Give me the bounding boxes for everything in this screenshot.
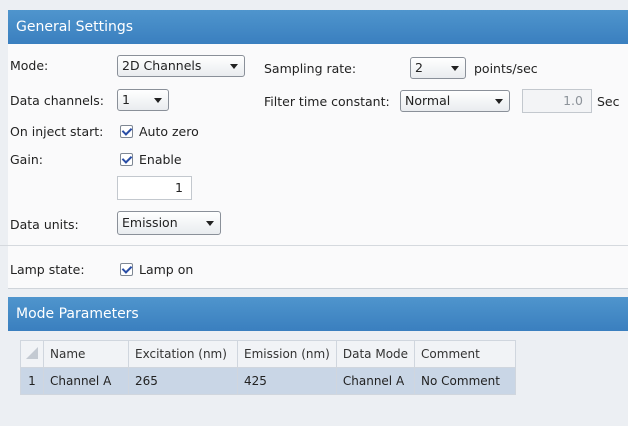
general-settings-header: General Settings xyxy=(8,10,628,44)
filter-time-number: 1.0 xyxy=(563,93,583,108)
data-channels-select[interactable]: 1 xyxy=(117,89,169,111)
cell-data-mode[interactable]: Channel A xyxy=(335,367,416,395)
select-all-corner[interactable] xyxy=(20,340,44,368)
chevron-down-icon xyxy=(230,64,238,69)
data-units-select[interactable]: Emission xyxy=(117,211,221,235)
column-header-emission[interactable]: Emission (nm) xyxy=(237,340,337,368)
column-header-data-mode[interactable]: Data Mode xyxy=(335,340,416,368)
chevron-down-icon xyxy=(495,99,503,104)
row-index[interactable]: 1 xyxy=(20,367,44,395)
mode-parameters-title: Mode Parameters xyxy=(16,306,139,322)
mode-label: Mode: xyxy=(10,58,49,73)
filter-time-input[interactable]: 1.0 xyxy=(522,89,592,113)
gain-label: Gain: xyxy=(10,152,43,167)
lamp-on-label: Lamp on xyxy=(139,262,194,277)
cell-emission[interactable]: 425 xyxy=(237,367,337,395)
chevron-down-icon xyxy=(206,221,214,226)
cell-name[interactable]: Channel A xyxy=(43,367,129,395)
gain-enable-label: Enable xyxy=(139,152,182,167)
mode-parameters-table: Name Excitation (nm) Emission (nm) Data … xyxy=(20,340,517,395)
gain-input[interactable]: 1 xyxy=(117,176,192,200)
corner-triangle-icon xyxy=(26,346,38,359)
mode-parameters-header: Mode Parameters xyxy=(8,297,628,331)
divider xyxy=(0,245,628,246)
mode-select-value: 2D Channels xyxy=(122,58,202,73)
data-channels-label: Data channels: xyxy=(10,93,105,108)
general-settings-panel: Mode: 2D Channels Data channels: 1 On in… xyxy=(0,44,628,289)
sampling-rate-unit: points/sec xyxy=(474,61,538,76)
table-row[interactable]: 1 Channel A 265 425 Channel A No Comment xyxy=(20,367,517,395)
gain-input-value: 1 xyxy=(175,180,183,195)
chevron-down-icon xyxy=(154,98,162,103)
column-header-comment[interactable]: Comment xyxy=(414,340,517,368)
mode-select[interactable]: 2D Channels xyxy=(117,55,245,77)
table-header-row: Name Excitation (nm) Emission (nm) Data … xyxy=(20,340,517,368)
filter-time-select[interactable]: Normal xyxy=(400,90,510,112)
data-channels-value: 1 xyxy=(122,92,130,107)
chevron-down-icon xyxy=(451,66,459,71)
lamp-on-checkbox[interactable] xyxy=(120,263,133,276)
cell-comment[interactable]: No Comment xyxy=(414,367,517,395)
inject-start-label: On inject start: xyxy=(10,124,104,139)
filter-time-value: Normal xyxy=(405,93,451,108)
data-units-label: Data units: xyxy=(10,217,79,232)
filter-time-label: Filter time constant: xyxy=(264,94,390,109)
filter-time-unit: Sec xyxy=(597,94,620,109)
auto-zero-label: Auto zero xyxy=(139,124,199,139)
lamp-state-label: Lamp state: xyxy=(10,262,85,277)
sampling-rate-label: Sampling rate: xyxy=(264,61,357,76)
data-units-value: Emission xyxy=(122,215,178,230)
gain-enable-checkbox[interactable] xyxy=(120,153,133,166)
sampling-rate-select[interactable]: 2 xyxy=(410,57,466,79)
general-settings-title: General Settings xyxy=(16,19,134,35)
cell-excitation[interactable]: 265 xyxy=(128,367,238,395)
auto-zero-checkbox[interactable] xyxy=(120,125,133,138)
sampling-rate-value: 2 xyxy=(415,60,423,75)
column-header-name[interactable]: Name xyxy=(43,340,129,368)
column-header-excitation[interactable]: Excitation (nm) xyxy=(128,340,238,368)
